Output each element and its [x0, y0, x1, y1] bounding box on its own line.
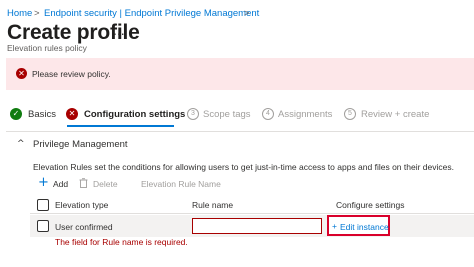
add-label: Add: [53, 179, 69, 189]
elevation-type-value: User confirmed: [55, 222, 113, 232]
step-scope-tags-label: Scope tags: [203, 109, 251, 120]
elevation-rule-name-label: Elevation Rule Name: [141, 179, 221, 189]
breadcrumb-home-link[interactable]: Home: [7, 8, 32, 19]
step-basics-label: Basics: [28, 109, 56, 120]
column-header-configure-settings: Configure settings: [336, 200, 405, 210]
checkmark-icon: ✓: [10, 108, 22, 120]
breadcrumb-separator: >: [34, 8, 40, 19]
divider: [6, 131, 474, 132]
rule-name-error-message: The field for Rule name is required.: [55, 237, 188, 247]
error-icon: ✕: [16, 68, 27, 79]
step-number-icon: 5: [344, 108, 356, 120]
plus-icon: +: [332, 221, 337, 231]
step-review-create-label: Review + create: [361, 109, 430, 120]
more-options-button[interactable]: ...: [113, 22, 125, 38]
error-banner-message: Please review policy.: [32, 69, 111, 79]
select-all-checkbox[interactable]: [37, 199, 49, 211]
table-header-divider: [30, 213, 474, 214]
error-banner: ✕ Please review policy.: [6, 58, 474, 90]
trash-icon: [79, 178, 88, 188]
page-subtitle: Elevation rules policy: [7, 43, 87, 53]
step-assignments-label: Assignments: [278, 109, 333, 120]
breadcrumb-separator: >: [244, 8, 250, 19]
delete-label: Delete: [93, 179, 118, 189]
row-checkbox[interactable]: [37, 220, 49, 232]
active-tab-indicator: [67, 125, 174, 127]
step-number-icon: 4: [262, 108, 274, 120]
rule-name-input[interactable]: [192, 218, 322, 234]
section-title: Privilege Management: [33, 139, 128, 150]
chevron-up-icon: ^: [17, 139, 25, 149]
breadcrumb-endpoint-link[interactable]: Endpoint security | Endpoint Privilege M…: [44, 8, 259, 19]
error-icon: ✕: [66, 108, 78, 120]
plus-icon: +: [38, 175, 49, 190]
section-description: Elevation Rules set the conditions for a…: [33, 162, 454, 172]
edit-instance-label: Edit instance: [340, 222, 389, 232]
column-header-rule-name: Rule name: [192, 200, 234, 210]
step-number-icon: 3: [187, 108, 199, 120]
step-configuration-settings-label: Configuration settings: [84, 109, 186, 120]
column-header-elevation-type: Elevation type: [55, 200, 109, 210]
